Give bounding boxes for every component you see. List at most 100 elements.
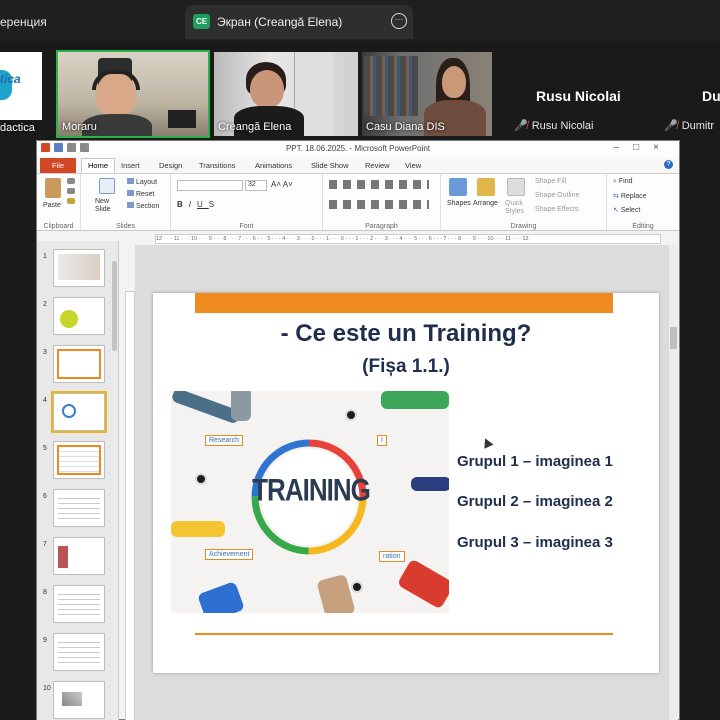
participant-tile-3[interactable]: Casu Diana DIS xyxy=(362,52,492,136)
font-format-buttons[interactable]: BIUS xyxy=(177,200,220,209)
thumb-number: 6 xyxy=(43,493,47,500)
cut-icon[interactable] xyxy=(67,178,75,184)
grow-font-icon[interactable]: A˄ A˅ xyxy=(271,180,293,189)
tab-screen-share-label: Экран (Creangă Elena) xyxy=(217,15,343,29)
shape-outline-button[interactable]: Shape Outline xyxy=(535,192,579,199)
participant-display-name: Du xyxy=(702,88,720,104)
quick-styles-button[interactable]: Quick Styles xyxy=(505,200,529,216)
tab-animations[interactable]: Animations xyxy=(255,161,292,170)
replace-icon: ⇆ xyxy=(613,193,621,200)
slide-thumbnail[interactable] xyxy=(53,681,105,719)
replace-button[interactable]: ⇆ Replace xyxy=(613,192,647,200)
arm-shape xyxy=(171,521,225,537)
slide-thumbnail[interactable] xyxy=(53,249,105,287)
group-1-text[interactable]: Grupul 1 – imaginea 1 xyxy=(457,453,613,470)
training-image[interactable]: Research I Achievement ration TRAINING xyxy=(171,391,449,613)
paste-icon[interactable] xyxy=(45,178,61,198)
select-button[interactable]: ↖ Select xyxy=(613,206,640,214)
editor-scrollbar[interactable] xyxy=(669,245,678,720)
participant-name: Casu Diana DIS xyxy=(366,121,445,133)
slide-thumbnail[interactable] xyxy=(53,537,105,575)
slide-title[interactable]: - Ce este un Training? xyxy=(153,320,659,348)
arm-shape xyxy=(396,558,449,610)
slide-thumbnail[interactable] xyxy=(53,441,105,479)
group-label: Clipboard xyxy=(43,223,74,230)
shape-fill-button[interactable]: Shape Fill xyxy=(535,178,566,185)
coffee-cup-icon xyxy=(345,409,357,421)
tab-slide-show[interactable]: Slide Show xyxy=(311,161,349,170)
arrange-button[interactable]: Arrange xyxy=(473,200,498,207)
section-button[interactable]: Section xyxy=(127,202,159,210)
align-buttons[interactable] xyxy=(329,200,429,209)
list-buttons[interactable] xyxy=(329,180,429,189)
slide-subtitle[interactable]: (Fișa 1.1.) xyxy=(153,356,659,378)
window-title: PPT. 18.06.2025. - Microsoft PowerPoint xyxy=(285,144,431,153)
zoom-tab-bar: еренция CE Экран (Creangă Elena) ··· xyxy=(0,0,720,42)
shapes-icon[interactable] xyxy=(449,178,467,196)
arm-shape xyxy=(411,477,449,491)
participant-tile-4[interactable]: Rusu Nicolai 🎤̸ Rusu Nicolai xyxy=(500,52,652,136)
tab-home[interactable]: Home xyxy=(81,158,115,174)
window-controls[interactable]: –□× xyxy=(614,142,673,153)
group-paragraph: Paragraph xyxy=(323,174,441,232)
tab-file[interactable]: File xyxy=(40,158,76,173)
slide-thumbnail[interactable] xyxy=(53,633,105,671)
group-font: 32 A˄ A˅ BIUS Font xyxy=(171,174,323,232)
scroll-thumb[interactable] xyxy=(112,261,117,351)
thumb-content xyxy=(58,494,100,522)
shapes-button[interactable]: Shapes xyxy=(447,200,471,207)
group-2-text[interactable]: Grupul 2 – imaginea 2 xyxy=(457,493,613,510)
mic-muted-icon: 🎤̸ xyxy=(664,120,678,132)
participant-display-name: Rusu Nicolai xyxy=(536,88,621,104)
participant-tile-0[interactable]: tica dactica xyxy=(0,52,42,136)
tab-transitions[interactable]: Transitions xyxy=(199,161,235,170)
mic-muted-icon: 🎤̸ xyxy=(514,120,528,132)
thumbnail-scrollbar[interactable] xyxy=(111,251,118,720)
layout-button[interactable]: Layout xyxy=(127,178,157,186)
slide-thumbnail[interactable] xyxy=(53,489,105,527)
copy-icon[interactable] xyxy=(67,188,75,194)
slide-thumbnail[interactable] xyxy=(53,345,105,383)
tab-view[interactable]: View xyxy=(405,161,421,170)
scroll-thumb[interactable] xyxy=(670,327,677,349)
paste-button[interactable]: Paste xyxy=(43,202,61,209)
tab-design[interactable]: Design xyxy=(159,161,182,170)
font-name-select[interactable] xyxy=(177,180,243,191)
participant-tile-5[interactable]: Du 🎤̸ Dumitr xyxy=(660,52,720,136)
new-slide-icon[interactable] xyxy=(99,178,115,194)
format-painter-icon[interactable] xyxy=(67,198,75,204)
group-3-text[interactable]: Grupul 3 – imaginea 3 xyxy=(457,534,613,551)
tab-conference[interactable]: еренция xyxy=(0,7,175,37)
shape-effects-button[interactable]: Shape Effects xyxy=(535,206,578,213)
font-size-select[interactable]: 32 xyxy=(245,180,267,191)
reset-button[interactable]: Reset xyxy=(127,190,154,198)
slide-thumbnail[interactable] xyxy=(53,585,105,623)
quick-styles-icon[interactable] xyxy=(507,178,525,196)
slide-thumbnail-selected[interactable] xyxy=(51,391,107,433)
find-button[interactable]: ⌕ Find xyxy=(613,178,633,186)
thumb-content xyxy=(58,638,100,666)
slide-thumbnail[interactable] xyxy=(53,297,105,335)
new-slide-button[interactable]: New Slide xyxy=(95,198,121,214)
slide-top-bar xyxy=(195,293,613,313)
participant-name: Rusu Nicolai xyxy=(531,120,594,132)
reset-label: Reset xyxy=(136,191,155,198)
thumb-content xyxy=(62,404,76,418)
tab-screen-share[interactable]: CE Экран (Creangă Elena) ··· xyxy=(185,5,413,39)
group-editing: ⌕ Find ⇆ Replace ↖ Select Editing xyxy=(607,174,679,232)
participant-face xyxy=(442,66,466,98)
thumb-content xyxy=(60,310,78,328)
help-icon[interactable]: ? xyxy=(664,160,673,169)
tab-insert[interactable]: Insert xyxy=(121,161,140,170)
more-options-icon[interactable]: ··· xyxy=(391,13,407,29)
group-slides: New Slide Layout Reset Section Slides xyxy=(81,174,171,232)
participant-strip: tica dactica Moraru Creangă Elena Casu D… xyxy=(0,42,720,140)
slide-bottom-line xyxy=(195,633,613,635)
participant-tile-2[interactable]: Creangă Elena xyxy=(214,52,358,136)
tab-review[interactable]: Review xyxy=(365,161,390,170)
thumb-number: 2 xyxy=(43,301,47,308)
current-slide[interactable]: - Ce este un Training? (Fișa 1.1.) Resea… xyxy=(153,293,659,673)
arrange-icon[interactable] xyxy=(477,178,495,196)
participant-tile-1[interactable]: Moraru xyxy=(56,50,210,138)
participant-name-row: 🎤̸ Rusu Nicolai xyxy=(514,119,593,132)
